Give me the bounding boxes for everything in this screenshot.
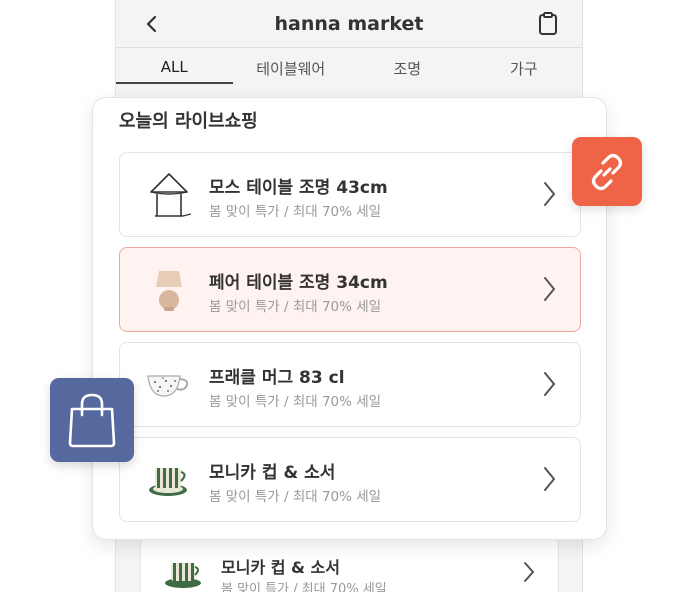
list-item-highlighted[interactable]: 페어 테이블 조명 34cm 봄 맞이 특가 / 최대 70% 세일 bbox=[119, 247, 581, 332]
clipboard-icon bbox=[539, 12, 557, 35]
link-button[interactable] bbox=[572, 137, 642, 206]
list-item[interactable]: 프래클 머그 83 cl 봄 맞이 특가 / 최대 70% 세일 bbox=[119, 342, 581, 427]
ceramic-lamp-icon bbox=[156, 271, 182, 311]
app-title: hanna market bbox=[274, 13, 424, 35]
item-name: 페어 테이블 조명 34cm bbox=[209, 273, 388, 293]
shopping-bag-button[interactable] bbox=[50, 378, 134, 462]
tab-lighting[interactable]: 조명 bbox=[349, 48, 466, 84]
item-name: 프래클 머그 83 cl bbox=[209, 368, 345, 388]
item-subtitle: 봄 맞이 특가 / 최대 70% 세일 bbox=[209, 204, 382, 220]
item-name: 모스 테이블 조명 43cm bbox=[209, 178, 388, 198]
chevron-right-icon bbox=[544, 467, 556, 491]
item-subtitle: 봄 맞이 특가 / 최대 70% 세일 bbox=[209, 299, 382, 315]
list-item[interactable]: 모니카 컵 & 소서 봄 맞이 특가 / 최대 70% 세일 bbox=[119, 437, 581, 522]
cup-saucer-icon bbox=[149, 468, 187, 496]
chevron-right-icon bbox=[544, 182, 556, 206]
category-tabs: ALL 테이블웨어 조명 가구 bbox=[116, 48, 582, 84]
cup-saucer-icon bbox=[165, 563, 201, 588]
live-shopping-card: 오늘의 라이브쇼핑 모스 테이블 조명 43cm 봄 맞이 특가 / 최대 70… bbox=[92, 97, 607, 540]
chevron-right-icon bbox=[544, 372, 556, 396]
item-subtitle: 봄 맞이 특가 / 최대 70% 세일 bbox=[209, 489, 382, 505]
list-item[interactable]: 모스 테이블 조명 43cm 봄 맞이 특가 / 최대 70% 세일 bbox=[119, 152, 581, 237]
chevron-right-icon bbox=[544, 277, 556, 301]
shopping-bag-icon bbox=[68, 393, 116, 448]
card-title: 오늘의 라이브쇼핑 bbox=[119, 111, 258, 132]
item-subtitle: 봄 맞이 특가 / 최대 70% 세일 bbox=[221, 582, 387, 592]
tab-tableware[interactable]: 테이블웨어 bbox=[233, 48, 350, 84]
tab-furniture[interactable]: 가구 bbox=[466, 48, 583, 84]
chevron-right-icon bbox=[524, 562, 535, 582]
top-bar: hanna market bbox=[116, 0, 582, 48]
clipboard-button[interactable] bbox=[534, 10, 562, 38]
item-name: 모니카 컵 & 소서 bbox=[221, 558, 340, 577]
list-item[interactable]: 모니카 컵 & 소서 봄 맞이 특가 / 최대 70% 세일 bbox=[140, 537, 559, 592]
link-icon bbox=[591, 153, 623, 190]
item-name: 모니카 컵 & 소서 bbox=[209, 463, 336, 483]
tab-all[interactable]: ALL bbox=[116, 48, 233, 84]
lamp-icon bbox=[150, 173, 191, 217]
mug-icon bbox=[147, 375, 189, 397]
item-subtitle: 봄 맞이 특가 / 최대 70% 세일 bbox=[209, 394, 382, 410]
